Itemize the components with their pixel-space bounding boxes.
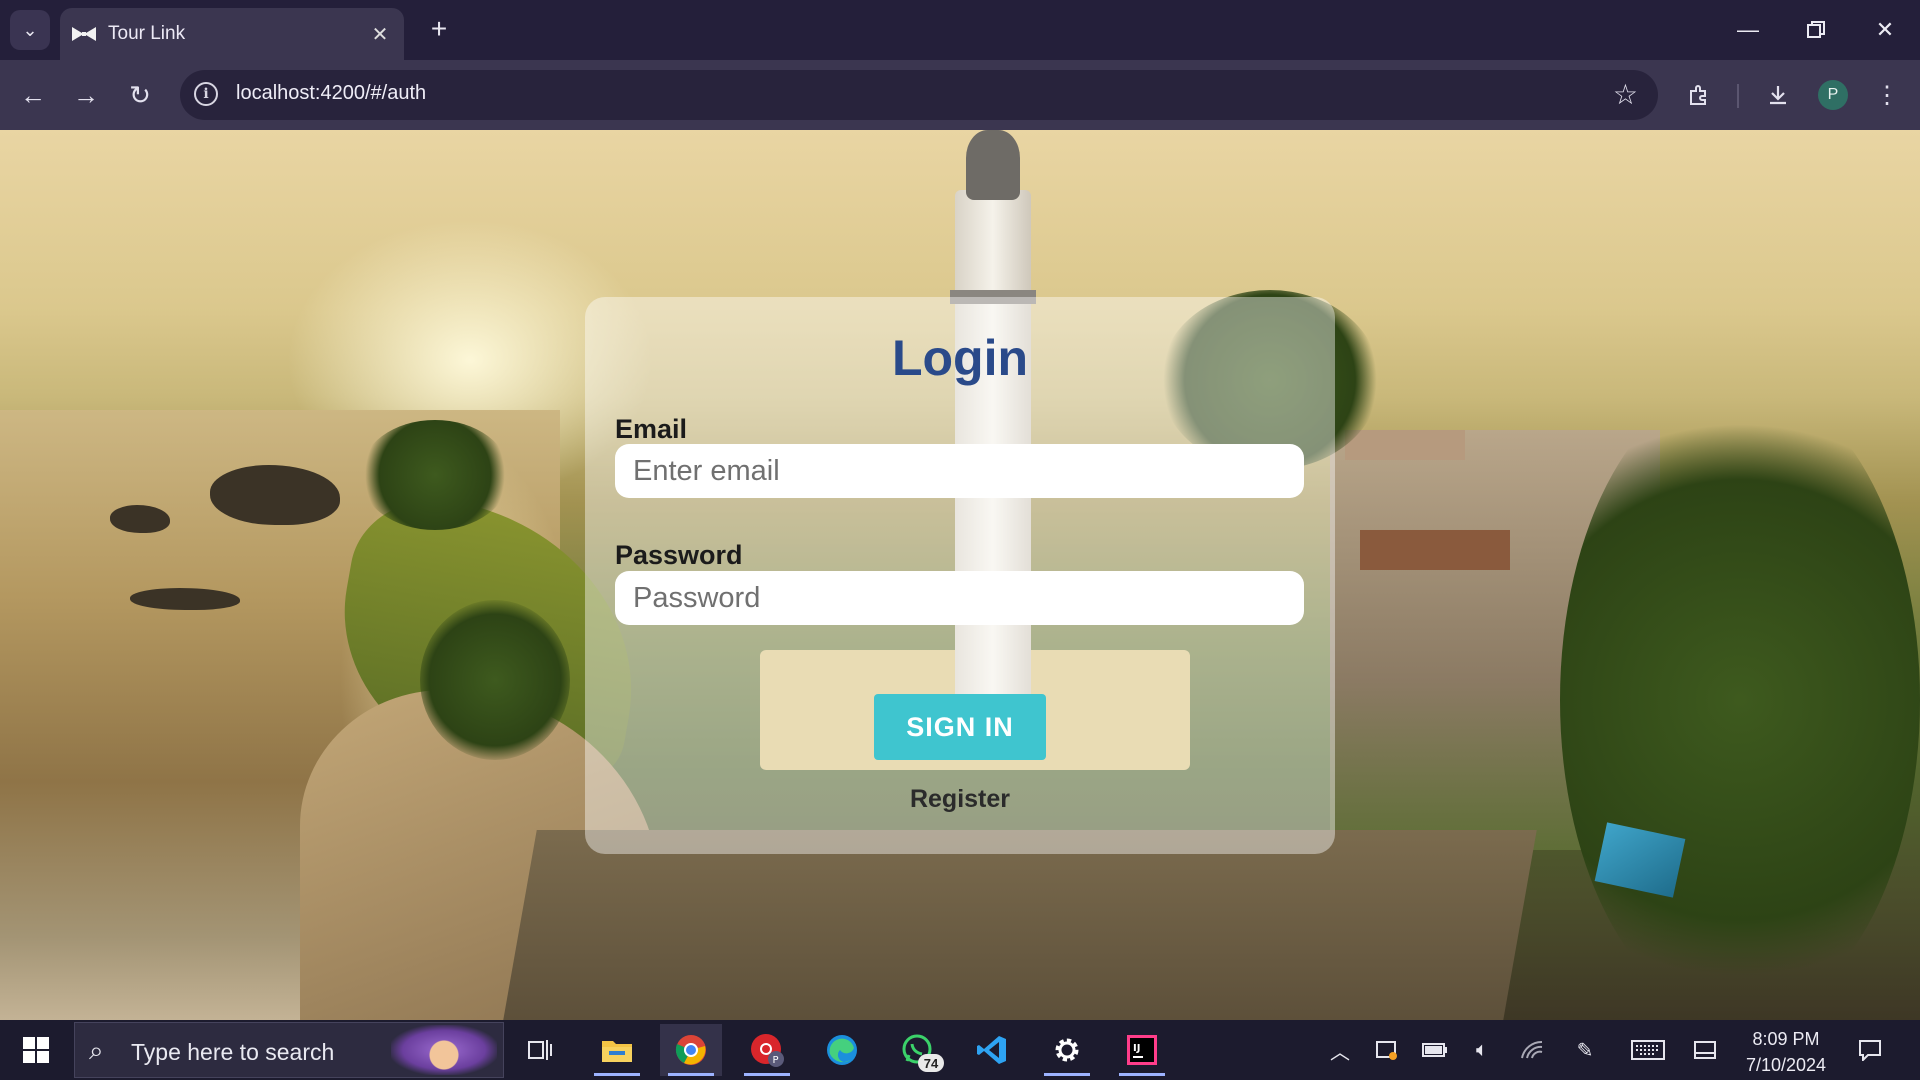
reload-icon[interactable]: ↻ [121, 76, 159, 114]
restore-icon[interactable] [1788, 8, 1844, 52]
windows-start-icon[interactable] [14, 1032, 58, 1068]
login-card: Login Email Password SIGN IN Register [585, 297, 1335, 854]
svg-text:IJ: IJ [1133, 1043, 1140, 1054]
email-label: Email [615, 414, 688, 444]
sign-in-button[interactable]: SIGN IN [874, 694, 1046, 760]
svg-text:P: P [773, 1055, 779, 1066]
file-explorer-icon[interactable] [586, 1024, 648, 1076]
minimize-icon[interactable]: — [1720, 8, 1776, 52]
bowtie-favicon-icon [72, 24, 96, 44]
register-link[interactable]: Register [585, 785, 1335, 814]
security-shield-icon[interactable] [1372, 1036, 1402, 1064]
clock-time: 8:09 PM [1752, 1029, 1820, 1049]
more-menu-icon[interactable]: ⋮ [1868, 76, 1906, 114]
new-tab-button[interactable]: + [424, 13, 454, 44]
volume-icon[interactable]: 🔈︎ [1467, 1036, 1497, 1064]
close-window-icon[interactable]: ✕ [1857, 8, 1913, 52]
chrome-profile-icon[interactable]: P [736, 1024, 798, 1076]
taskbar-clock[interactable]: 8:09 PM 7/10/2024 [1730, 1026, 1842, 1078]
back-arrow-icon[interactable]: ← [14, 76, 52, 114]
display-mode-icon[interactable] [1690, 1036, 1720, 1064]
address-url[interactable]: localhost:4200/#/auth [236, 82, 426, 105]
page-viewport: Login Email Password SIGN IN Register [0, 130, 1920, 1020]
whatsapp-unread-badge: 74 [918, 1054, 944, 1072]
taskbar-search-placeholder: Type here to search [131, 1039, 335, 1065]
tab-title: Tour Link [108, 23, 186, 44]
bookmark-star-icon[interactable]: ☆ [1613, 78, 1638, 111]
tab-search-button[interactable]: ⌄ [10, 10, 50, 50]
chevron-down-icon: ⌄ [22, 19, 38, 40]
wifi-icon[interactable] [1517, 1036, 1547, 1064]
whatsapp-icon[interactable]: 74 [886, 1024, 948, 1076]
forward-arrow-icon[interactable]: → [67, 76, 105, 114]
browser-tab-strip: ⌄ Tour Link ✕ + — ✕ [0, 0, 1920, 60]
vscode-icon[interactable] [961, 1024, 1023, 1076]
profile-avatar[interactable]: P [1818, 80, 1848, 110]
login-title: Login [891, 330, 1029, 386]
notification-center-icon[interactable] [1855, 1036, 1885, 1064]
chevron-up-icon[interactable]: ︿ [1325, 1036, 1355, 1064]
email-input[interactable] [615, 444, 1304, 498]
keyboard-icon[interactable] [1628, 1036, 1668, 1064]
clock-date: 7/10/2024 [1745, 1055, 1827, 1075]
toolbar-divider [1737, 84, 1739, 108]
taskbar-search-box[interactable]: ⌕ Type here to search [74, 1022, 504, 1078]
download-icon[interactable] [1759, 76, 1797, 114]
pen-icon[interactable]: ✎ [1570, 1036, 1600, 1064]
task-view-icon[interactable] [510, 1024, 572, 1076]
tab-close-icon[interactable]: ✕ [366, 20, 394, 48]
extensions-icon[interactable] [1680, 76, 1718, 114]
site-info-icon[interactable]: i [194, 82, 218, 106]
windows-taskbar: ⌕ Type here to search P 74 IJ ︿ 🔈︎ ✎ 8:0… [0, 1020, 1920, 1080]
browser-tab[interactable]: Tour Link ✕ [60, 8, 404, 60]
password-label: Password [615, 540, 743, 570]
chrome-icon[interactable] [660, 1024, 722, 1076]
browser-toolbar: ← → ↻ i localhost:4200/#/auth ☆ P ⋮ [0, 60, 1920, 130]
address-bar[interactable]: i localhost:4200/#/auth ☆ [180, 70, 1658, 120]
password-input[interactable] [615, 571, 1304, 625]
settings-gear-icon[interactable] [1036, 1024, 1098, 1076]
edge-icon[interactable] [811, 1024, 873, 1076]
intellij-icon[interactable]: IJ [1111, 1024, 1173, 1076]
search-icon: ⌕ [89, 1035, 104, 1065]
battery-icon[interactable] [1420, 1036, 1450, 1064]
search-highlight-image [391, 1025, 497, 1075]
